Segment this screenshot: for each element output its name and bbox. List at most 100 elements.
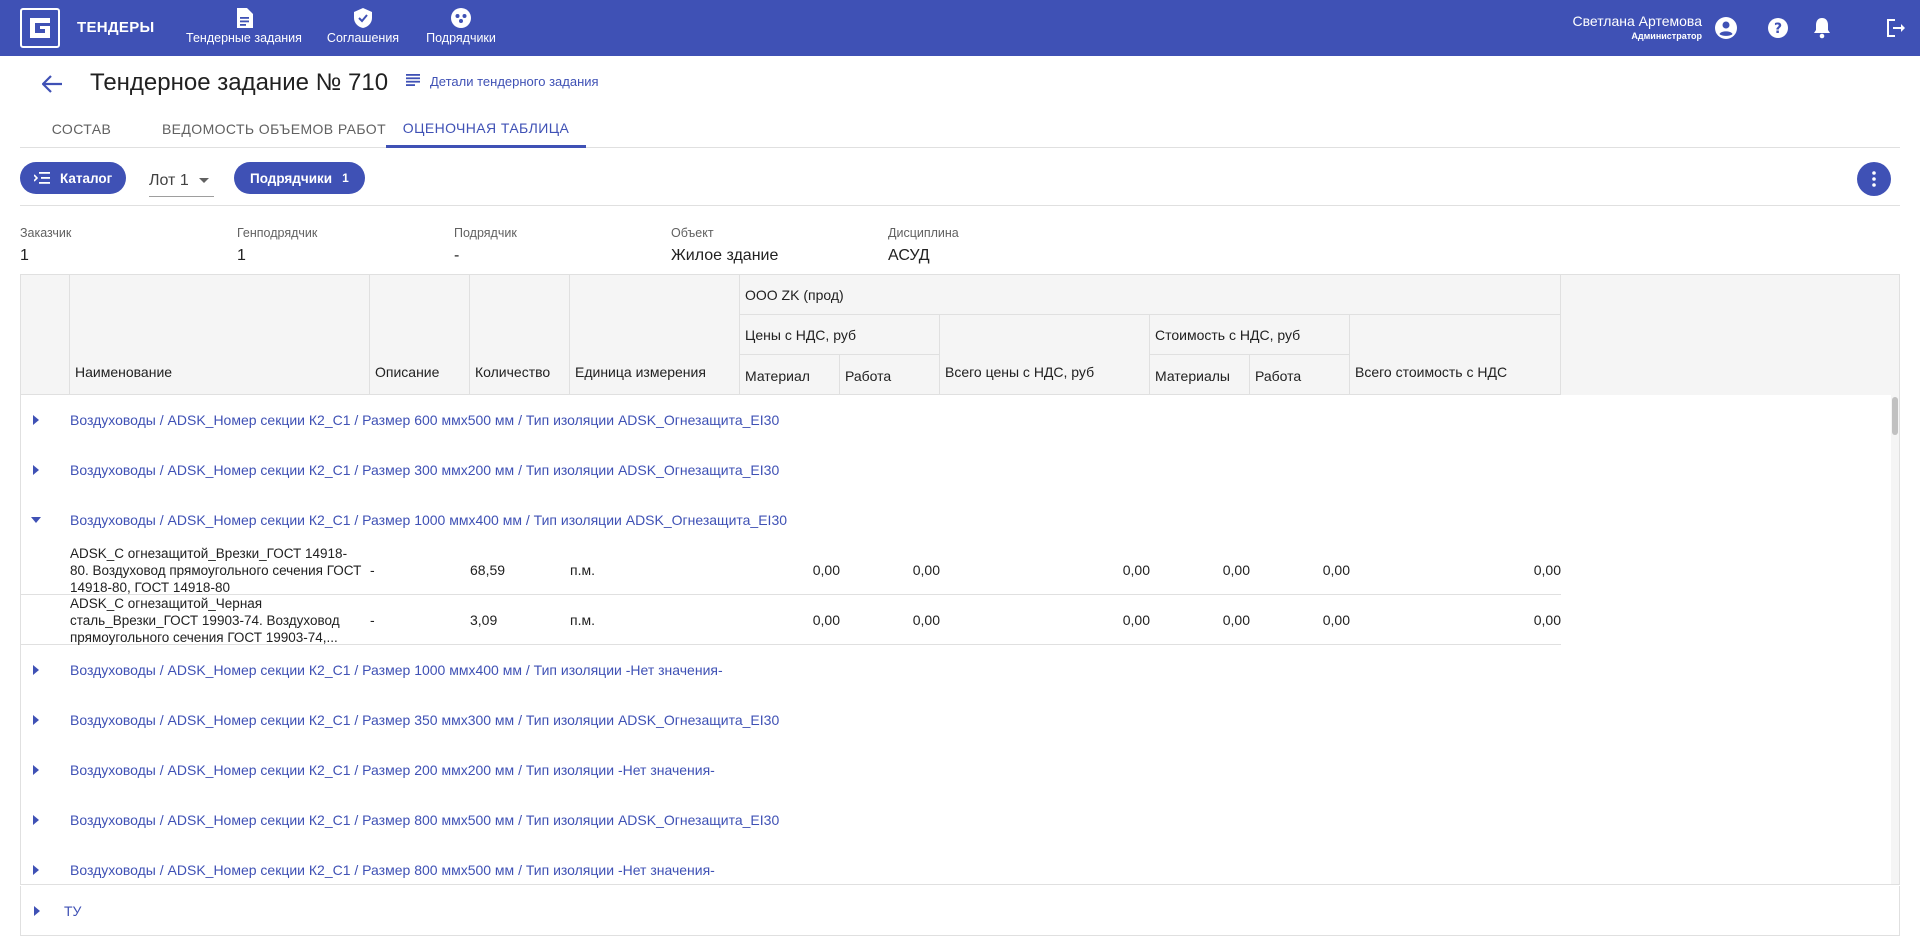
group-row[interactable]: Воздуховоды / ADSK_Номер секции К2_С1 / … [21,445,1899,495]
group-label: Воздуховоды / ADSK_Номер секции К2_С1 / … [70,662,723,678]
caret-down-icon[interactable] [29,513,43,527]
header-unit: Единица измерения [570,275,740,395]
header-materials: Материалы [1150,355,1250,395]
table-row[interactable]: ADSK_С огнезащитой_Врезки_ГОСТ 14918-80.… [21,545,1561,595]
caret-right-icon[interactable] [30,904,44,918]
more-vert-icon[interactable] [1857,162,1891,196]
group-row[interactable]: Воздуховоды / ADSK_Номер секции К2_С1 / … [21,845,1899,884]
item-total-prices: 0,00 [1122,612,1150,628]
catalog-label: Каталог [60,170,113,186]
item-work-cost: 0,00 [1322,562,1350,578]
tabs: СОСТАВ ВЕДОМОСТЬ ОБЪЕМОВ РАБОТ ОЦЕНОЧНАЯ… [20,110,1900,148]
item-material-price: 0,00 [812,612,840,628]
tab-work-volumes[interactable]: ВЕДОМОСТЬ ОБЪЕМОВ РАБОТ [155,110,393,148]
contractors-button[interactable]: Подрядчики 1 [234,162,365,194]
caret-right-icon[interactable] [29,413,43,427]
help-icon[interactable]: ? [1766,16,1790,40]
item-name: ADSK_С огнезащитой_Врезки_ГОСТ 14918-80.… [70,545,362,595]
table-row[interactable]: ADSK_С огнезащитой_Черная сталь_Врезки_Г… [21,595,1561,645]
info-label: Дисциплина [888,226,959,240]
header-work-cost: Работа [1250,355,1350,395]
group-label: Воздуховоды / ADSK_Номер секции К2_С1 / … [70,762,715,778]
item-description: - [370,562,375,578]
header-prices-vat: Цены с НДС, руб [740,315,940,355]
table-header: Наименование Описание Количество Единица… [21,275,1899,395]
nav-label: Подрядчики [426,31,496,45]
scrollbar-thumb[interactable] [1892,397,1898,435]
info-label: Объект [671,226,714,240]
group-label: Воздуховоды / ADSK_Номер секции К2_С1 / … [70,862,715,878]
details-link-label: Детали тендерного задания [430,74,599,89]
tab-composition[interactable]: СОСТАВ [20,110,143,148]
item-unit: п.м. [570,562,595,578]
info-value: 1 [237,247,246,264]
evaluation-table: Наименование Описание Количество Единица… [20,274,1900,885]
divider [20,205,1900,206]
group-row[interactable]: Воздуховоды / ADSK_Номер секции К2_С1 / … [21,495,1899,545]
group-label: Воздуховоды / ADSK_Номер секции К2_С1 / … [70,462,780,478]
catalog-button[interactable]: Каталог [20,162,126,194]
group-row[interactable]: Воздуховоды / ADSK_Номер секции К2_С1 / … [21,645,1899,695]
tender-details-link[interactable]: Детали тендерного задания [406,74,599,89]
item-work-price: 0,00 [912,562,940,578]
caret-right-icon[interactable] [29,663,43,677]
group-label: Воздуховоды / ADSK_Номер секции К2_С1 / … [70,812,780,828]
nav-contractors[interactable]: Подрядчики [423,8,499,52]
info-label: Заказчик [20,226,72,240]
header-work: Работа [840,355,940,395]
caret-right-icon[interactable] [29,813,43,827]
shield-check-icon [353,8,373,28]
vertical-scrollbar[interactable] [1891,395,1899,884]
group-row[interactable]: Воздуховоды / ADSK_Номер секции К2_С1 / … [21,795,1899,845]
info-object: Объект Жилое здание [671,226,778,265]
info-value: АСУД [888,247,930,264]
group-row[interactable]: Воздуховоды / ADSK_Номер секции К2_С1 / … [21,395,1899,445]
group-label: Воздуховоды / ADSK_Номер секции К2_С1 / … [70,412,780,428]
item-quantity: 3,09 [470,612,498,628]
logo-icon [30,18,50,38]
group-row[interactable]: Воздуховоды / ADSK_Номер секции К2_С1 / … [21,745,1899,795]
caret-right-icon[interactable] [29,863,43,877]
catalog-icon [34,172,50,184]
table-body: Воздуховоды / ADSK_Номер секции К2_С1 / … [21,395,1899,884]
nav-label: Тендерные задания [186,31,302,45]
nav-agreements[interactable]: Соглашения [325,8,401,52]
info-contractor: Подрядчик - [454,226,517,265]
logout-icon[interactable] [1883,16,1907,40]
account-icon[interactable] [1714,16,1738,40]
group-row-tu[interactable]: ТУ [20,886,1900,936]
team-icon [451,8,471,28]
item-total-cost: 0,00 [1533,612,1561,628]
caret-right-icon[interactable] [29,713,43,727]
tab-evaluation-table[interactable]: ОЦЕНОЧНАЯ ТАБЛИЦА [386,110,586,148]
header-cell-expand [21,275,70,395]
app-logo[interactable] [20,8,60,48]
caret-right-icon[interactable] [29,763,43,777]
item-total-cost: 0,00 [1533,562,1561,578]
top-app-bar: ТЕНДЕРЫ Тендерные задания Соглашения Под… [0,0,1920,56]
item-description: - [370,612,375,628]
nav-tender-tasks[interactable]: Тендерные задания [183,8,305,52]
contractors-count-badge: 1 [342,171,349,185]
group-label: Воздуховоды / ADSK_Номер секции К2_С1 / … [70,712,780,728]
item-unit: п.м. [570,612,595,628]
user-name: Светлана Артемова [1572,13,1702,29]
header-description: Описание [370,275,470,395]
caret-right-icon[interactable] [29,463,43,477]
brand-name: ТЕНДЕРЫ [77,19,155,36]
info-customer: Заказчик 1 [20,226,71,265]
info-label: Подрядчик [454,226,517,240]
user-role: Администратор [1631,31,1702,41]
page-title: Тендерное задание № 710 [90,69,389,96]
lot-value: Лот 1 [149,171,189,189]
item-name: ADSK_С огнезащитой_Черная сталь_Врезки_Г… [70,595,340,645]
notifications-icon[interactable] [1810,16,1834,40]
lot-select[interactable]: Лот 1 [149,165,214,197]
contractors-label: Подрядчики [250,170,333,186]
back-arrow-icon[interactable] [38,70,66,98]
info-label: Генподрядчик [237,226,318,240]
item-material-price: 0,00 [812,562,840,578]
list-icon [406,74,420,89]
group-row[interactable]: Воздуховоды / ADSK_Номер секции К2_С1 / … [21,695,1899,745]
header-total-prices-vat: Всего цены с НДС, руб [940,315,1150,395]
